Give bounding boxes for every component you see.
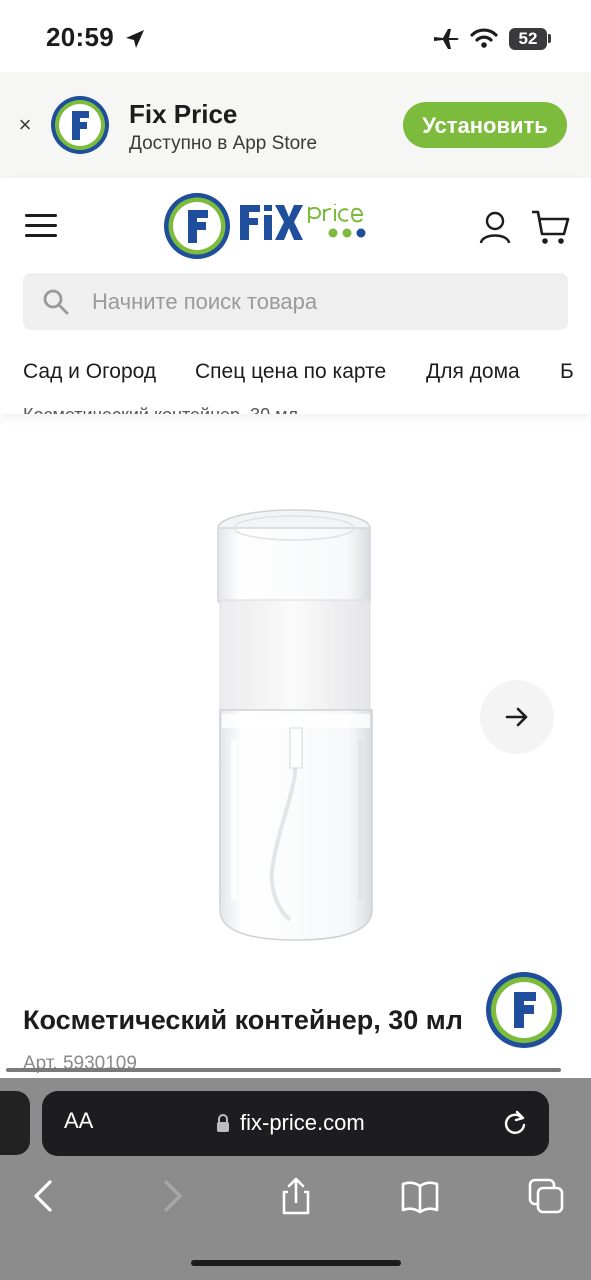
reader-aa-button[interactable]: AA [64, 1108, 93, 1134]
user-icon[interactable] [478, 210, 512, 244]
tabs-icon[interactable] [526, 1176, 566, 1216]
fix-price-floating-button[interactable] [484, 970, 564, 1050]
battery-cap [548, 34, 551, 43]
back-icon[interactable] [24, 1176, 64, 1216]
category-sad-i-ogorod[interactable]: Сад и Огород [23, 360, 156, 384]
fix-price-app-logo [51, 96, 109, 154]
battery-icon: 52 [509, 28, 547, 50]
bookmarks-icon[interactable] [400, 1176, 440, 1216]
banner-app-subtitle: Доступно в App Store [129, 133, 318, 154]
reload-icon[interactable] [503, 1110, 527, 1136]
product-title: Косметический контейнер, 30 мл [23, 1005, 463, 1035]
banner-app-title: Fix Price [129, 99, 238, 129]
wifi-icon [470, 28, 498, 48]
fix-price-logo[interactable] [162, 191, 374, 261]
location-arrow-icon [126, 30, 144, 48]
category-more[interactable]: Б [560, 360, 574, 384]
category-spets-tsena[interactable]: Спец цена по карте [195, 360, 386, 384]
cart-icon[interactable] [530, 208, 570, 246]
menu-icon[interactable] [25, 214, 57, 238]
search-icon [43, 289, 69, 315]
url-text[interactable]: fix-price.com [240, 1110, 365, 1136]
install-button[interactable]: Установить [403, 102, 567, 148]
lock-icon [217, 1114, 229, 1132]
arrow-right-icon [505, 707, 528, 727]
previous-tab-pill[interactable] [0, 1091, 30, 1155]
share-icon[interactable] [276, 1176, 316, 1216]
search-input[interactable] [92, 273, 552, 330]
category-dlya-doma[interactable]: Для дома [426, 360, 520, 384]
airplane-icon [434, 29, 459, 49]
home-indicator [191, 1260, 401, 1266]
product-image [217, 509, 373, 941]
scroll-indicator [6, 1068, 561, 1072]
breadcrumb[interactable]: Косметический контейнер, 30 мл [23, 400, 298, 414]
forward-icon[interactable] [152, 1176, 192, 1216]
status-time: 20:59 [46, 22, 114, 52]
close-banner-button[interactable]: × [16, 112, 34, 138]
